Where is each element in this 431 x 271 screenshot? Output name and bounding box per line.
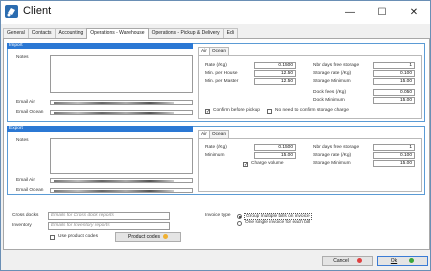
export-min-input[interactable]: 15.00: [254, 152, 296, 159]
import-min-house-input[interactable]: 12.50: [254, 70, 296, 77]
warehouse-panel: Import Notes Email Air Email Ocean Air O…: [3, 38, 430, 250]
invoice-type-label: Invoice type: [205, 213, 231, 218]
invoice-group-radio[interactable]: [237, 214, 242, 219]
export-mode-tabs: Air Ocean: [198, 130, 230, 138]
cross-docks-input[interactable]: Emails for Cross dock reports: [48, 212, 170, 220]
confirm-pickup-label: Confirm before pickup: [213, 108, 260, 113]
export-rate-input[interactable]: 0.1500: [254, 144, 296, 151]
import-storage-rate-input[interactable]: 0.100: [373, 70, 415, 77]
export-notes-textarea[interactable]: [50, 138, 193, 174]
import-mode-tabs: Air Ocean: [198, 47, 230, 55]
cross-docks-label: Cross docks: [12, 213, 39, 218]
invoice-single-radio[interactable]: [237, 221, 242, 226]
export-rate-label: Rate (/Kg): [205, 145, 227, 150]
use-product-codes-checkbox[interactable]: [50, 235, 55, 240]
export-storage-rate-label: Storage rate (/Kg): [313, 153, 352, 158]
cancel-button[interactable]: Cancel: [322, 256, 373, 266]
export-free-days-label: Nbr days free storage: [313, 145, 360, 150]
inventory-label: Inventory: [12, 223, 32, 228]
invoice-group-label: Group multiple bills on invoice: [244, 213, 312, 220]
tab-edi[interactable]: Edi: [222, 28, 238, 38]
export-email-air-field[interactable]: [50, 178, 193, 183]
export-tab-air[interactable]: Air: [198, 130, 210, 138]
close-button[interactable]: ✕: [398, 1, 430, 24]
cancel-label: Cancel: [333, 258, 349, 264]
minimize-button[interactable]: —: [334, 1, 366, 24]
export-free-days-input[interactable]: 1: [373, 144, 415, 151]
ok-button[interactable]: Ok: [377, 256, 428, 266]
confirm-pickup-checkbox[interactable]: ✓: [205, 109, 210, 115]
import-rate-label: Rate (/Kg): [205, 63, 227, 68]
import-header: Import: [7, 43, 193, 49]
tab-general[interactable]: General: [3, 28, 29, 38]
app-icon: [5, 5, 18, 18]
export-min-label: Minimum: [205, 153, 225, 158]
import-storage-min-input[interactable]: 15.00: [373, 78, 415, 85]
export-storage-min-label: Storage Minimum: [313, 161, 351, 166]
export-group: Export Notes Email Air Email Ocean Air O…: [7, 126, 425, 195]
import-dock-min-label: Dock Minimum: [313, 98, 345, 103]
export-header: Export: [7, 126, 193, 132]
import-tab-air[interactable]: Air: [198, 47, 210, 55]
import-air-panel: Rate (/Kg) 0.1500 Min. per House 12.50 M…: [198, 55, 422, 119]
maximize-button[interactable]: ☐: [366, 1, 398, 24]
window-title: Client: [23, 5, 52, 17]
import-email-ocean-label: Email Ocean: [16, 110, 44, 115]
inventory-input[interactable]: Emails for Inventory reports: [48, 222, 170, 230]
import-min-master-input[interactable]: 12.50: [254, 78, 296, 85]
import-tab-ocean[interactable]: Ocean: [208, 47, 230, 55]
cancel-icon: [356, 258, 362, 264]
import-group: Import Notes Email Air Email Ocean Air O…: [7, 43, 425, 122]
export-air-panel: Rate (/Kg) 0.1500 Minimum 15.00 ✓ Charge…: [198, 138, 422, 192]
title-bar: Client — ☐ ✕: [1, 1, 430, 24]
import-dock-fees-input[interactable]: 0.050: [373, 89, 415, 96]
import-storage-rate-label: Storage rate (/Kg): [313, 71, 352, 76]
export-email-ocean-label: Email Ocean: [16, 188, 44, 193]
product-codes-label: Product codes: [128, 234, 160, 240]
import-free-days-label: Nbr days free storage: [313, 63, 360, 68]
product-codes-button[interactable]: Product codes: [115, 232, 181, 242]
client-window: Client — ☐ ✕ General Contacts Accounting…: [0, 0, 431, 271]
import-min-house-label: Min. per House: [205, 71, 238, 76]
tab-operations-pickup-delivery[interactable]: Operations - Pickup & Delivery: [147, 28, 224, 38]
export-storage-min-input[interactable]: 15.00: [373, 160, 415, 167]
tab-accounting[interactable]: Accounting: [54, 28, 88, 38]
import-dock-fees-label: Dock fees (/Kg): [313, 90, 347, 95]
no-confirm-storage-label: No need to confirm storage charge: [275, 108, 349, 113]
import-dock-min-input[interactable]: 15.00: [373, 97, 415, 104]
export-tab-ocean[interactable]: Ocean: [208, 130, 230, 138]
invoice-single-label: One single invoice for each bill: [245, 220, 311, 225]
ok-icon: [409, 258, 415, 264]
export-email-ocean-field[interactable]: [50, 188, 193, 193]
import-email-air-field[interactable]: [50, 100, 193, 105]
ok-label: Ok: [390, 258, 398, 264]
tab-contacts[interactable]: Contacts: [27, 28, 56, 38]
charge-volume-checkbox[interactable]: ✓: [243, 162, 248, 168]
import-rate-input[interactable]: 0.1500: [254, 62, 296, 69]
import-free-days-input[interactable]: 1: [373, 62, 415, 69]
charge-volume-label: Charge volume: [251, 161, 284, 166]
import-notes-textarea[interactable]: [50, 55, 193, 93]
import-email-air-label: Email Air: [16, 100, 35, 105]
import-email-ocean-field[interactable]: [50, 110, 193, 115]
product-codes-icon: [162, 234, 168, 240]
import-min-master-label: Min. per Master: [205, 79, 239, 84]
export-storage-rate-input[interactable]: 0.100: [373, 152, 415, 159]
main-tabs: General Contacts Accounting Operations -…: [3, 28, 238, 39]
no-confirm-storage-checkbox[interactable]: [267, 109, 272, 114]
export-email-air-label: Email Air: [16, 178, 35, 183]
tab-operations-warehouse[interactable]: Operations - Warehouse: [86, 28, 149, 39]
use-product-codes-label: Use product codes: [58, 234, 98, 239]
import-notes-label: Notes: [16, 55, 29, 60]
export-notes-label: Notes: [16, 138, 29, 143]
import-storage-min-label: Storage Minimum: [313, 79, 351, 84]
